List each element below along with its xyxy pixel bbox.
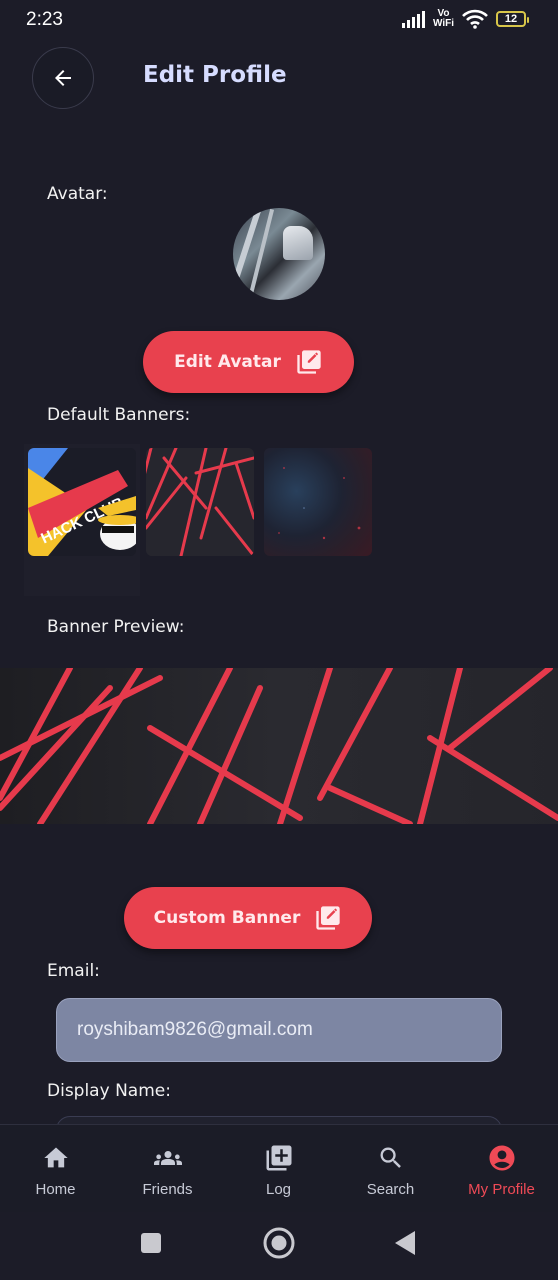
home-circle-icon[interactable] bbox=[263, 1227, 295, 1259]
edit-note-icon bbox=[297, 350, 321, 374]
page-title: Edit Profile bbox=[143, 62, 287, 88]
red-strokes-banner-art bbox=[146, 448, 254, 556]
nav-item-friends[interactable]: Friends bbox=[112, 1125, 223, 1213]
status-bar: 2:23 Vo WiFi 12 bbox=[0, 0, 558, 40]
nav-label-friends: Friends bbox=[142, 1181, 193, 1198]
nav-label-search: Search bbox=[366, 1181, 415, 1198]
email-field[interactable]: royshibam9826@gmail.com bbox=[56, 998, 502, 1062]
recents-icon[interactable] bbox=[141, 1233, 161, 1253]
friends-icon bbox=[153, 1143, 183, 1173]
bottom-navigation: Home Friends Log Search My Profile bbox=[0, 1124, 558, 1213]
account-circle-icon bbox=[487, 1143, 517, 1173]
arrow-back-icon bbox=[55, 70, 71, 86]
nav-item-log[interactable]: Log bbox=[223, 1125, 334, 1213]
banner-thumb-hack-club[interactable]: HACK CLUB bbox=[28, 448, 136, 556]
edit-avatar-button[interactable]: Edit Avatar bbox=[143, 331, 354, 393]
signal-icon bbox=[401, 10, 425, 28]
dark-gradient-banner-art bbox=[278, 467, 361, 540]
banner-preview-image bbox=[0, 668, 558, 824]
nav-item-search[interactable]: Search bbox=[335, 1125, 446, 1213]
banner-thumb-dark-gradient[interactable] bbox=[264, 448, 372, 556]
custom-banner-label: Custom Banner bbox=[153, 908, 301, 928]
system-navigation-bar bbox=[0, 1212, 558, 1280]
status-time: 2:23 bbox=[26, 9, 63, 30]
add-box-icon bbox=[264, 1143, 294, 1173]
nav-label-home: Home bbox=[35, 1181, 76, 1198]
avatar-label: Avatar: bbox=[47, 184, 108, 204]
banner-preview-art bbox=[0, 668, 558, 824]
back-triangle-icon[interactable] bbox=[395, 1231, 415, 1255]
nav-label-log: Log bbox=[265, 1181, 292, 1198]
battery-icon: 12 bbox=[496, 11, 529, 27]
hack-club-banner-art: HACK CLUB bbox=[28, 448, 136, 556]
avatar-image bbox=[233, 208, 325, 300]
search-icon bbox=[376, 1143, 406, 1173]
edit-note-icon bbox=[316, 906, 341, 930]
banner-thumbnails: HACK CLUB bbox=[24, 444, 384, 596]
nav-label-my-profile: My Profile bbox=[468, 1181, 535, 1198]
edit-avatar-label: Edit Avatar bbox=[174, 352, 281, 372]
vowifi-indicator: Vo WiFi bbox=[432, 8, 454, 29]
home-icon bbox=[41, 1143, 71, 1173]
default-banners-label: Default Banners: bbox=[47, 405, 191, 425]
custom-banner-button[interactable]: Custom Banner bbox=[124, 887, 372, 949]
edit-profile-screen: 2:23 Vo WiFi 12 Edit Profile Avatar: Edi… bbox=[0, 0, 558, 1280]
wifi-icon bbox=[462, 9, 488, 29]
email-label: Email: bbox=[47, 961, 100, 981]
status-icons: Vo WiFi 12 bbox=[401, 8, 529, 29]
back-button[interactable] bbox=[32, 47, 94, 109]
display-name-label: Display Name: bbox=[47, 1081, 171, 1101]
nav-item-home[interactable]: Home bbox=[0, 1125, 111, 1213]
nav-item-my-profile[interactable]: My Profile bbox=[446, 1125, 557, 1213]
banner-preview-label: Banner Preview: bbox=[47, 617, 185, 637]
banner-thumb-red-strokes[interactable] bbox=[146, 448, 254, 556]
